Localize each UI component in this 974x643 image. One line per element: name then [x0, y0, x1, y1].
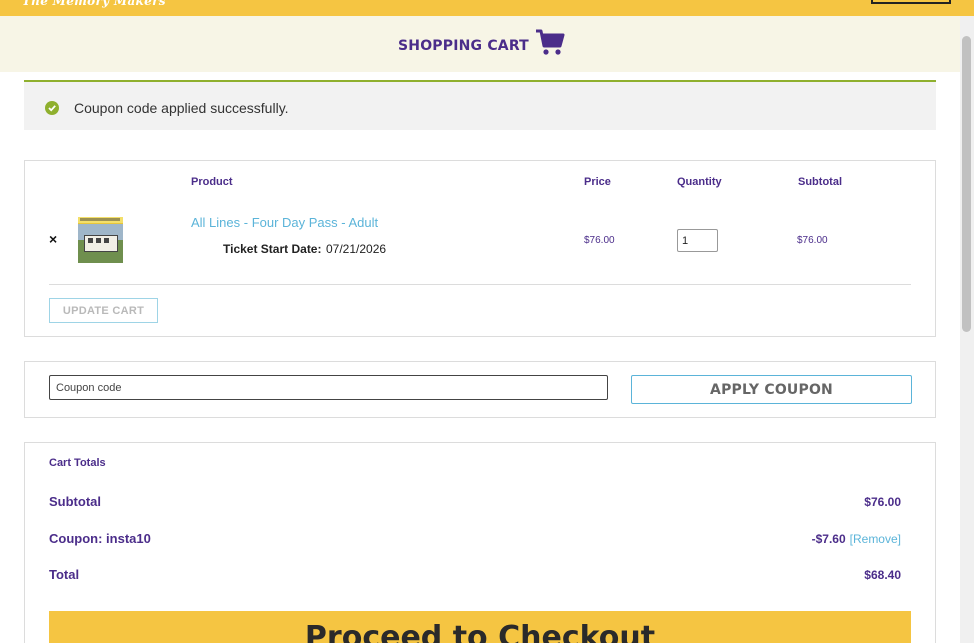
- header-menu-button[interactable]: [871, 0, 951, 4]
- ticket-start-date-value: 07/21/2026: [326, 242, 387, 256]
- subtotal-value: $76.00: [864, 495, 901, 509]
- column-header-product: Product: [191, 176, 233, 188]
- total-value: $68.40: [864, 568, 901, 582]
- coupon-discount-value: -$7.60: [811, 532, 846, 546]
- update-cart-button[interactable]: UPDATE CART: [49, 298, 158, 323]
- cart-header: SHOPPING CART: [0, 16, 960, 72]
- column-header-price: Price: [584, 176, 611, 188]
- cart-totals: Cart Totals Subtotal $76.00 Coupon: inst…: [24, 442, 936, 643]
- subtotal-label: Subtotal: [49, 494, 101, 509]
- column-header-quantity: Quantity: [677, 176, 722, 188]
- quantity-input[interactable]: [677, 229, 718, 252]
- item-price: $76.00: [584, 235, 615, 246]
- column-header-subtotal: Subtotal: [798, 176, 842, 188]
- coupon-section: APPLY COUPON: [24, 361, 936, 418]
- product-name-link[interactable]: All Lines - Four Day Pass - Adult: [191, 215, 378, 230]
- coupon-label: Coupon: insta10: [49, 531, 151, 546]
- top-bar: The Memory Makers: [0, 0, 974, 16]
- cart-totals-title: Cart Totals: [49, 457, 106, 469]
- cart-table: Product Price Quantity Subtotal × All Li…: [24, 160, 936, 337]
- product-thumbnail[interactable]: [78, 217, 123, 263]
- success-notice: Coupon code applied successfully.: [24, 80, 936, 130]
- page-title: SHOPPING CART: [398, 38, 529, 54]
- ticket-start-date-label: Ticket Start Date:: [223, 242, 322, 256]
- item-subtotal: $76.00: [797, 235, 828, 246]
- notice-message: Coupon code applied successfully.: [74, 100, 289, 116]
- apply-coupon-button[interactable]: APPLY COUPON: [631, 375, 912, 404]
- coupon-row-value: -$7.60 [Remove]: [812, 532, 901, 546]
- site-brand[interactable]: The Memory Makers: [22, 0, 166, 8]
- divider: [49, 284, 911, 285]
- proceed-to-checkout-button[interactable]: Proceed to Checkout: [49, 611, 911, 643]
- remove-item-icon[interactable]: ×: [49, 231, 57, 247]
- shopping-cart-icon: [536, 29, 565, 55]
- page-scrollbar[interactable]: [960, 16, 974, 643]
- total-label: Total: [49, 567, 80, 582]
- scrollbar-thumb[interactable]: [962, 36, 971, 332]
- coupon-code-input[interactable]: [49, 375, 608, 400]
- remove-coupon-link[interactable]: [Remove]: [850, 532, 901, 546]
- check-circle-icon: [45, 101, 59, 115]
